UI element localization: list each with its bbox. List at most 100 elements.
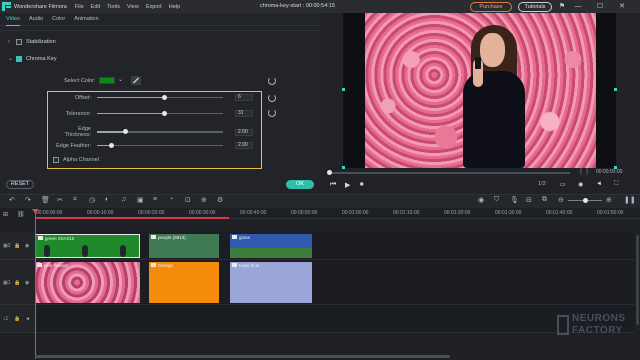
link-icon[interactable]: ⛓	[17, 211, 25, 218]
eye-icon[interactable]: ◉	[25, 243, 29, 249]
audio-stretch-icon[interactable]: ⧉	[542, 196, 547, 204]
notifications-icon[interactable]: ⚑	[556, 1, 568, 12]
clip-people[interactable]: people (6813)	[149, 234, 219, 258]
chevron-right-icon[interactable]: ›	[8, 39, 16, 45]
render-icon[interactable]: ◉	[478, 196, 484, 204]
undo-icon[interactable]: ↶	[9, 196, 15, 204]
reset-icon[interactable]	[268, 94, 276, 102]
stabilization-checkbox[interactable]	[16, 39, 22, 45]
cut-icon[interactable]: ✂	[57, 196, 63, 204]
fullscreen-icon[interactable]: ⛶	[614, 181, 618, 188]
menu-export[interactable]: Export	[146, 4, 162, 10]
speaker-icon[interactable]: ◄	[25, 316, 30, 322]
menu-tools[interactable]: Tools	[107, 4, 120, 10]
volume-icon[interactable]: ◄	[596, 181, 602, 187]
motion-tracking-icon[interactable]: ⊕	[201, 196, 207, 204]
chevron-down-icon[interactable]: ⌄	[118, 76, 123, 83]
stabilization-row[interactable]: › Stabilization	[8, 39, 56, 45]
menu-help[interactable]: Help	[169, 4, 180, 10]
redo-icon[interactable]: ↷	[25, 196, 31, 204]
clip-haze-blue[interactable]: Haze blue	[230, 262, 312, 303]
tab-animation[interactable]: Animation	[74, 13, 98, 26]
tab-video[interactable]: Video	[6, 13, 20, 26]
clip-grass[interactable]: grass	[230, 234, 312, 258]
zoom-in-icon[interactable]: ⊕	[606, 196, 612, 204]
offset-value-input[interactable]: 6	[235, 94, 253, 101]
tolerance-slider[interactable]	[97, 110, 223, 116]
reset-icon[interactable]	[268, 77, 276, 85]
zoom-out-icon[interactable]: ⊖	[558, 196, 564, 204]
tolerance-slider-knob[interactable]	[162, 110, 167, 116]
resize-handle[interactable]	[342, 166, 345, 169]
color-swatch[interactable]	[99, 77, 115, 84]
tutorials-button[interactable]: Tutorials	[518, 1, 552, 12]
ok-button[interactable]: OK	[286, 180, 314, 189]
clip-pink-flowers[interactable]: pink flowers	[35, 262, 140, 303]
playback-quality[interactable]: 1/2	[538, 181, 546, 187]
eye-icon[interactable]: ◉	[25, 280, 29, 286]
clip-green-screen[interactable]: green SSA015	[35, 234, 140, 258]
eyedropper-button[interactable]	[131, 76, 141, 85]
crop-icon[interactable]: ⌗	[73, 196, 77, 204]
work-area-range[interactable]	[35, 217, 229, 219]
mark-in-icon[interactable]: {	[580, 169, 582, 175]
menu-file[interactable]: File	[75, 4, 84, 10]
chevron-down-icon[interactable]: ⌄	[8, 55, 16, 62]
preview-scrubber[interactable]	[330, 172, 570, 174]
alpha-channel-checkbox[interactable]	[53, 157, 59, 163]
resize-handle[interactable]	[342, 88, 345, 91]
edge-feather-slider-knob[interactable]	[109, 142, 114, 148]
edge-thickness-slider[interactable]	[97, 129, 223, 135]
edge-thickness-value-input[interactable]: 2.00	[235, 128, 253, 136]
purchase-button[interactable]: Purchase	[470, 1, 512, 12]
pause-icon[interactable]: ❚❚	[624, 196, 636, 204]
preview-video[interactable]	[343, 13, 616, 168]
stabilize-icon[interactable]: ⊡	[185, 196, 191, 204]
audio-icon[interactable]: ♫	[121, 196, 126, 203]
edge-thickness-slider-knob[interactable]	[123, 129, 128, 135]
alpha-channel-row[interactable]: Alpha Channel	[53, 157, 99, 163]
tolerance-value-input[interactable]: 31	[235, 110, 253, 117]
offset-slider-knob[interactable]	[162, 94, 167, 100]
audio-mixer-icon[interactable]: ≡	[153, 196, 157, 203]
stop-icon[interactable]: ⏹	[360, 181, 364, 189]
skip-back-icon[interactable]: ⏮	[330, 181, 336, 189]
preview-scrubber-knob[interactable]	[327, 170, 332, 175]
minimize-button[interactable]: —	[572, 1, 584, 12]
marker-icon[interactable]: ⛉	[494, 196, 499, 204]
add-track-icon[interactable]: ⊞	[3, 211, 8, 218]
zoom-slider-knob[interactable]	[583, 198, 588, 203]
edge-feather-value-input[interactable]: 2.00	[235, 142, 253, 149]
mark-out-icon[interactable]: }	[586, 169, 588, 175]
close-button[interactable]: ✕	[616, 1, 628, 12]
mic-icon[interactable]: 🎙	[510, 196, 519, 204]
lock-icon[interactable]: 🔒	[14, 316, 20, 322]
chroma-key-checkbox[interactable]	[16, 55, 22, 62]
reset-button[interactable]: RESET	[6, 180, 34, 189]
lock-icon[interactable]: 🔒	[14, 243, 20, 249]
display-icon[interactable]: ▭	[560, 181, 566, 188]
maximize-button[interactable]: ☐	[594, 1, 606, 12]
green-screen-icon[interactable]: ▣	[137, 196, 144, 204]
edge-feather-slider[interactable]	[97, 142, 223, 148]
vertical-scrollbar[interactable]	[636, 235, 639, 325]
menu-edit[interactable]: Edit	[91, 4, 100, 10]
offset-slider[interactable]	[97, 94, 223, 100]
resize-handle[interactable]	[614, 88, 617, 91]
chroma-key-row[interactable]: ⌄ Chroma Key	[8, 55, 57, 62]
voiceover-icon[interactable]: ◔	[169, 196, 173, 203]
menu-view[interactable]: View	[127, 4, 139, 10]
settings-icon[interactable]: ⚙	[217, 196, 223, 204]
snap-icon[interactable]: ⊟	[526, 196, 532, 204]
lock-icon[interactable]: 🔒	[14, 280, 20, 286]
horizontal-scrollbar[interactable]	[35, 355, 450, 358]
play-icon[interactable]: ▶	[345, 181, 350, 189]
speed-icon[interactable]: ◷	[89, 196, 95, 204]
tab-audio[interactable]: Audio	[29, 13, 43, 26]
reset-icon[interactable]	[268, 109, 276, 117]
delete-icon[interactable]: 🗑	[41, 196, 50, 204]
clip-orange[interactable]: Orange	[149, 262, 219, 303]
color-icon[interactable]: ◐	[105, 196, 109, 203]
tab-color[interactable]: Color	[52, 13, 65, 26]
playhead[interactable]	[35, 209, 36, 359]
